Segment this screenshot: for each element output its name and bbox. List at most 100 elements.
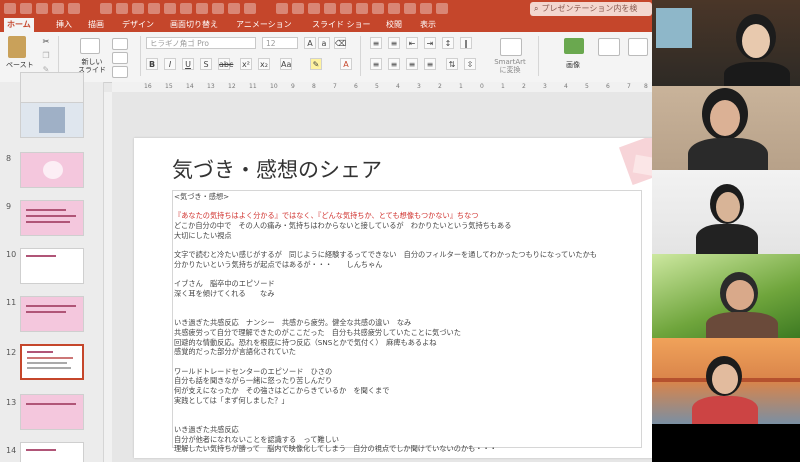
quick-access-icon[interactable]: [164, 3, 176, 14]
slide-text-line[interactable]: 実践としては「まず何しました？」: [174, 396, 289, 406]
slide-text-line[interactable]: ワールドトレードセンターのエピソード ひさの: [174, 367, 332, 377]
slide-text-line[interactable]: 大切にしたい視点: [174, 231, 232, 241]
strikethrough-button[interactable]: abc: [218, 58, 233, 70]
cut-icon[interactable]: ✂: [40, 36, 52, 48]
justify-icon[interactable]: ≡: [424, 58, 436, 70]
font-size-select[interactable]: 12: [262, 37, 298, 49]
slide-text-line[interactable]: 分かりたいという気持ちが起点ではあるが・・・ しんちゃん: [174, 260, 382, 270]
quick-access-icon[interactable]: [420, 3, 432, 14]
quick-access-icon[interactable]: [196, 3, 208, 14]
print-icon[interactable]: [68, 3, 80, 14]
decrease-font-icon[interactable]: a: [318, 37, 330, 49]
slide-text-line[interactable]: 共感疲労って自分で理解できたのがここだった 自分も共感疲労していたことに気づいた: [174, 328, 461, 338]
outdent-icon[interactable]: ⇤: [406, 37, 418, 49]
slide-thumbnail[interactable]: [20, 296, 84, 332]
slide-text-line[interactable]: 何が支えになったか その強さはどこからきているか を聞くまで: [174, 386, 389, 396]
slide-thumbnail[interactable]: [20, 394, 84, 430]
character-spacing-icon[interactable]: Aa: [280, 58, 292, 70]
redo-icon[interactable]: [52, 3, 64, 14]
tab-slideshow[interactable]: スライド ショー: [312, 18, 371, 32]
slide-text-line[interactable]: 回避的な情動反応。恐れを根底に持つ反応（SNSとかで気付く） 麻痺もあるよね: [174, 338, 436, 348]
superscript-button[interactable]: x²: [240, 58, 252, 70]
quick-access-icon[interactable]: [436, 3, 448, 14]
align-left-icon[interactable]: ≡: [370, 58, 382, 70]
slide-text-line[interactable]: 自分が他者になれないことを認識する って難しい: [174, 435, 339, 445]
tab-animations[interactable]: アニメーション: [236, 18, 292, 32]
new-slide-icon[interactable]: [80, 38, 100, 54]
quick-access-icon[interactable]: [324, 3, 336, 14]
quick-access-icon[interactable]: [116, 3, 128, 14]
slide-text-line[interactable]: 深く耳を傾けてくれる なみ: [174, 289, 274, 299]
slide-thumbnail[interactable]: [20, 152, 84, 188]
slide-title[interactable]: 気づき・感想のシェア: [172, 154, 382, 184]
bold-button[interactable]: B: [146, 58, 158, 70]
align-center-icon[interactable]: ≡: [388, 58, 400, 70]
slide-thumbnail-pane[interactable]: 8 9 10 11 12 13 14: [0, 72, 104, 462]
slide-text-line[interactable]: イブさん 脳卒中のエピソード: [174, 279, 275, 289]
tab-review[interactable]: 校閲: [386, 18, 402, 32]
smartart-label[interactable]: SmartArt に変換: [488, 58, 532, 74]
quick-access-icon[interactable]: [292, 3, 304, 14]
slide-thumbnail[interactable]: [20, 200, 84, 236]
quick-access-icon[interactable]: [340, 3, 352, 14]
slide-text-line[interactable]: 理解したい気持ちが勝って 脳内で映像化してしまう 自分の視点でしか聞けていないの…: [174, 444, 497, 454]
arrange-icon[interactable]: [628, 38, 648, 56]
slide-text-line[interactable]: 自分も話を聞きながら一緒に怒ったり苦しんだり: [174, 376, 332, 386]
quick-access-icon[interactable]: [356, 3, 368, 14]
search-box[interactable]: ⌕ プレゼンテーション内を検: [530, 2, 652, 16]
shapes-icon[interactable]: [598, 38, 620, 56]
quick-access-icon[interactable]: [132, 3, 144, 14]
align-text-icon[interactable]: ⇳: [464, 58, 476, 70]
slide[interactable]: 気づき・感想のシェア <気づき・感想> 『あなたの気持ちはよく分かる』ではなく、『…: [134, 138, 652, 458]
slide-text-line[interactable]: <気づき・感想>: [174, 192, 229, 202]
bullets-icon[interactable]: ≡: [370, 37, 382, 49]
save-icon[interactable]: [20, 3, 32, 14]
quick-access-icon[interactable]: [404, 3, 416, 14]
tab-home[interactable]: ホーム: [4, 18, 34, 32]
quick-access-icon[interactable]: [228, 3, 240, 14]
smartart-icon[interactable]: [500, 38, 522, 56]
picture-label[interactable]: 画像: [566, 60, 580, 70]
slide-text-line[interactable]: 『あなたの気持ちはよく分かる』ではなく、『どんな気持ちか、とても想像もつかない』…: [174, 211, 478, 221]
copy-icon[interactable]: ❐: [40, 50, 52, 62]
slide-thumbnail[interactable]: [20, 102, 84, 138]
clipboard-icon[interactable]: [8, 36, 26, 58]
highlight-color-icon[interactable]: ✎: [310, 58, 322, 70]
clear-format-icon[interactable]: ⌫: [334, 37, 346, 49]
tab-design[interactable]: デザイン: [122, 18, 154, 32]
shadow-button[interactable]: S: [200, 58, 212, 70]
quick-access-icon[interactable]: [308, 3, 320, 14]
slide-text-line[interactable]: いき過ぎた共感反応 ナンシー 共感から疲労。健全な共感の違い なみ: [174, 318, 411, 328]
italic-button[interactable]: I: [164, 58, 176, 70]
text-direction-icon[interactable]: ⇅: [446, 58, 458, 70]
reset-icon[interactable]: [112, 52, 128, 64]
quick-access-icon[interactable]: [388, 3, 400, 14]
increase-font-icon[interactable]: A: [304, 37, 316, 49]
align-right-icon[interactable]: ≡: [406, 58, 418, 70]
indent-icon[interactable]: ⇥: [424, 37, 436, 49]
layout-icon[interactable]: [112, 38, 128, 50]
slide-text-line[interactable]: いき過ぎた共感反応: [174, 425, 239, 435]
slide-thumbnail[interactable]: [20, 248, 84, 284]
slide-thumbnail[interactable]: [20, 442, 84, 462]
tab-view[interactable]: 表示: [420, 18, 436, 32]
underline-button[interactable]: U: [182, 58, 194, 70]
quick-access-icon[interactable]: [100, 3, 112, 14]
numbering-icon[interactable]: ≡: [388, 37, 400, 49]
tab-insert[interactable]: 挿入: [56, 18, 72, 32]
quick-access-icon[interactable]: [148, 3, 160, 14]
slide-text-line[interactable]: 感覚的だった部分が言語化されていた: [174, 347, 296, 357]
quick-access-icon[interactable]: [372, 3, 384, 14]
columns-icon[interactable]: ‖: [460, 37, 472, 49]
slide-thumbnail-selected[interactable]: [20, 344, 84, 380]
line-spacing-icon[interactable]: ↕: [442, 37, 454, 49]
quick-access-icon[interactable]: [244, 3, 256, 14]
quick-access-icon[interactable]: [180, 3, 192, 14]
subscript-button[interactable]: x₂: [258, 58, 270, 70]
home-icon[interactable]: [4, 3, 16, 14]
quick-access-icon[interactable]: [276, 3, 288, 14]
tab-draw[interactable]: 描画: [88, 18, 104, 32]
section-icon[interactable]: [112, 66, 128, 78]
slide-text-line[interactable]: どこか自分の中で その人の痛み・気持ちはわからないと接しているが わかりたいとい…: [174, 221, 511, 231]
font-color-icon[interactable]: A: [340, 58, 352, 70]
